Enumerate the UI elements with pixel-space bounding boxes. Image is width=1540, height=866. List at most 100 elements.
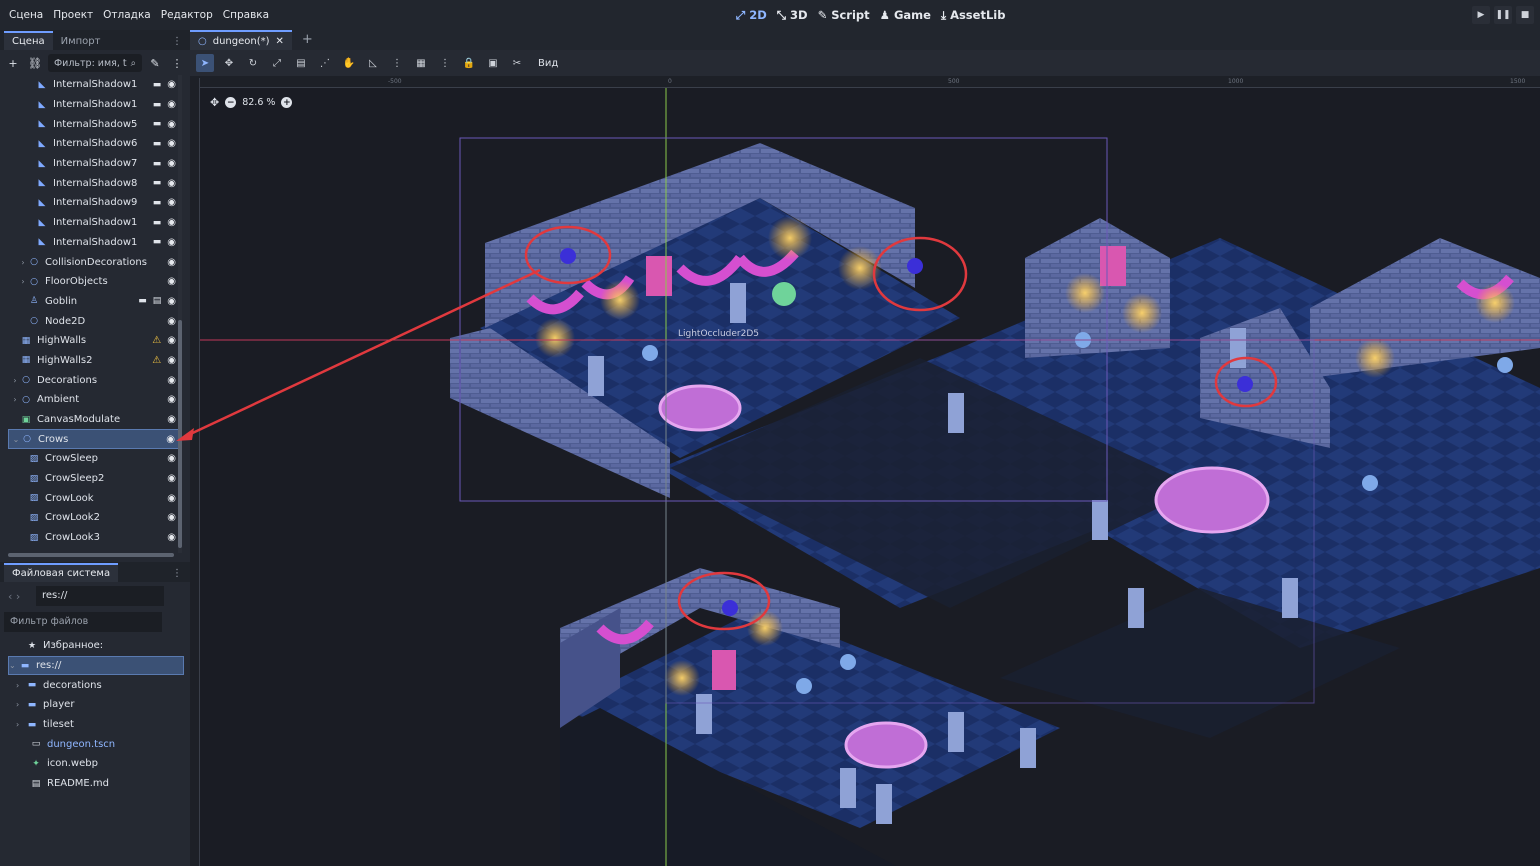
scene-tree-node[interactable]: ▦ HighWalls2 ⚠ ◉ [8, 351, 180, 371]
pause-icon[interactable]: ❚❚ [1494, 6, 1512, 24]
tab-dungeon[interactable]: ○ dungeon(*) ✕ [190, 30, 292, 50]
scene-tree-hscrollbar[interactable] [8, 553, 174, 557]
grid-snap-icon[interactable]: ▦ [412, 54, 430, 72]
scene-tree-node[interactable]: ▨ CrowSleep ◉ [8, 449, 180, 469]
menu-debug[interactable]: Отладка [98, 0, 156, 30]
mode-3d-button[interactable]: ⤡ 3D [777, 8, 808, 23]
link-icon[interactable]: ⛓ [26, 54, 44, 72]
clapper-icon[interactable]: ▬ [153, 198, 162, 208]
scene-tree-node[interactable]: ▣ CanvasModulate ◉ [8, 410, 180, 430]
lock-icon[interactable]: 🔒 [460, 54, 478, 72]
expand-arrow-icon[interactable]: › [16, 700, 26, 709]
scene-tree-node[interactable]: ◣ InternalShadow1 ▬ ◉ [8, 95, 180, 115]
visibility-eye-icon[interactable]: ◉ [167, 237, 176, 248]
visibility-eye-icon[interactable]: ◉ [167, 257, 176, 268]
visibility-eye-icon[interactable]: ◉ [167, 394, 176, 405]
fs-item[interactable]: ⌄ ▬ res:// [8, 655, 184, 676]
fs-item[interactable]: ▤ README.md [8, 774, 184, 794]
scene-tree-node[interactable]: ◣ InternalShadow1 ▬ ◉ [8, 75, 180, 95]
expand-arrow-icon[interactable]: ⌄ [9, 661, 19, 670]
visibility-eye-icon[interactable]: ◉ [167, 512, 176, 523]
pivot-tool-icon[interactable]: ⋰ [316, 54, 334, 72]
menu-project[interactable]: Проект [48, 0, 98, 30]
play-icon[interactable]: ▶ [1472, 6, 1490, 24]
scene-tree-node[interactable]: ○ Node2D ◉ [8, 311, 180, 331]
fs-menu-icon[interactable]: ⋮ [164, 565, 190, 582]
clapper-icon[interactable]: ▬ [153, 100, 162, 110]
tab-import[interactable]: Импорт [53, 33, 109, 50]
scene-tree-node[interactable]: › ○ CollisionDecorations ◉ [8, 252, 180, 272]
scene-tree-node[interactable]: › ○ FloorObjects ◉ [8, 272, 180, 292]
close-icon[interactable]: ✕ [276, 36, 284, 47]
visibility-eye-icon[interactable]: ◉ [167, 197, 176, 208]
visibility-eye-icon[interactable]: ◉ [167, 296, 176, 307]
visibility-eye-icon[interactable]: ◉ [167, 335, 176, 346]
visibility-eye-icon[interactable]: ◉ [167, 453, 176, 464]
scene-tree-node[interactable]: ▨ CrowLook ◉ [8, 488, 180, 508]
dock-menu-icon[interactable]: ⋮ [164, 33, 190, 50]
ruler-tool-icon[interactable]: ▤ [292, 54, 310, 72]
clapper-icon[interactable]: ▬ [138, 296, 147, 306]
warning-icon[interactable]: ⚠ [152, 335, 161, 346]
scene-tree-node[interactable]: ♙ Goblin ▬ ▤ ◉ [8, 292, 180, 312]
move-tool-icon[interactable]: ✥ [220, 54, 238, 72]
snap-options-icon[interactable]: ⋮ [436, 54, 454, 72]
fs-item[interactable]: ✦ icon.webp [8, 754, 184, 774]
expand-arrow-icon[interactable]: ⌄ [11, 435, 21, 444]
mode-2d-button[interactable]: ⤢ 2D [736, 8, 767, 23]
visibility-eye-icon[interactable]: ◉ [167, 178, 176, 189]
scene-tree-node[interactable]: › ○ Ambient ◉ [8, 390, 180, 410]
add-tab-icon[interactable]: + [292, 29, 323, 50]
scene-tree-node[interactable]: ◣ InternalShadow1 ▬ ◉ [8, 233, 180, 253]
smart-snap-icon[interactable]: ⋮ [388, 54, 406, 72]
menu-scene[interactable]: Сцена [4, 0, 48, 30]
scene-canvas[interactable]: ✥ − 82.6 % + LightOccluder2D5 [200, 88, 1540, 866]
scene-filter-input[interactable]: Фильтр: имя, t ⌕ [48, 54, 142, 72]
visibility-eye-icon[interactable]: ◉ [167, 138, 176, 149]
mode-game-button[interactable]: ♟ Game [880, 8, 931, 22]
expand-arrow-icon[interactable]: › [10, 395, 20, 404]
scene-tree-node[interactable]: ▨ CrowLook2 ◉ [8, 508, 180, 528]
scene-tree-node[interactable]: ◣ InternalShadow6 ▬ ◉ [8, 134, 180, 154]
scene-tree-node[interactable]: ◣ InternalShadow8 ▬ ◉ [8, 173, 180, 193]
pan-tool-icon[interactable]: ✋ [340, 54, 358, 72]
visibility-eye-icon[interactable]: ◉ [167, 276, 176, 287]
visibility-eye-icon[interactable]: ◉ [167, 99, 176, 110]
stop-icon[interactable]: ■ [1516, 6, 1534, 24]
visibility-eye-icon[interactable]: ◉ [167, 217, 176, 228]
expand-arrow-icon[interactable]: › [18, 277, 28, 286]
history-nav-icon[interactable]: ‹ › [8, 590, 20, 603]
select-tool-icon[interactable]: ➤ [196, 54, 214, 72]
fs-item[interactable]: ★ Избранное: [8, 636, 184, 656]
scene-tree-node[interactable]: ▨ CrowLook3 ◉ [8, 528, 180, 548]
expand-arrow-icon[interactable]: › [16, 720, 26, 729]
scene-tree-scrollbar[interactable] [178, 75, 182, 553]
fs-path-input[interactable]: res:// [36, 586, 164, 606]
visibility-eye-icon[interactable]: ◉ [167, 316, 176, 327]
visibility-eye-icon[interactable]: ◉ [166, 434, 175, 445]
rotate-tool-icon[interactable]: ↻ [244, 54, 262, 72]
group-icon[interactable]: ▣ [484, 54, 502, 72]
more-icon[interactable]: ⋮ [168, 54, 186, 72]
scene-tree-node[interactable]: ◣ InternalShadow9 ▬ ◉ [8, 193, 180, 213]
fs-item[interactable]: › ▬ decorations [8, 675, 184, 695]
mode-script-button[interactable]: ✎ Script [818, 8, 870, 22]
visibility-eye-icon[interactable]: ◉ [167, 375, 176, 386]
expand-arrow-icon[interactable]: › [10, 376, 20, 385]
scene-tree-node[interactable]: ◣ InternalShadow7 ▬ ◉ [8, 154, 180, 174]
clapper-icon[interactable]: ▬ [153, 178, 162, 188]
tab-filesystem[interactable]: Файловая система [4, 563, 119, 582]
clapper-icon[interactable]: ▬ [153, 80, 162, 90]
scene-tree-node[interactable]: ◣ InternalShadow1 ▬ ◉ [8, 213, 180, 233]
menu-editor[interactable]: Редактор [156, 0, 218, 30]
clapper-icon[interactable]: ▬ [153, 119, 162, 129]
view-menu[interactable]: Вид [538, 58, 558, 69]
scene-tree-node[interactable]: ⌄ ○ Crows ◉ [8, 429, 180, 450]
clapper-icon[interactable]: ▬ [153, 139, 162, 149]
scene-tree-node[interactable]: ▦ HighWalls ⚠ ◉ [8, 331, 180, 351]
script-icon[interactable]: ▤ [153, 296, 162, 306]
fs-filter-input[interactable]: Фильтр файлов [4, 612, 162, 632]
visibility-eye-icon[interactable]: ◉ [167, 493, 176, 504]
bone-icon[interactable]: ✂ [508, 54, 526, 72]
visibility-eye-icon[interactable]: ◉ [167, 473, 176, 484]
